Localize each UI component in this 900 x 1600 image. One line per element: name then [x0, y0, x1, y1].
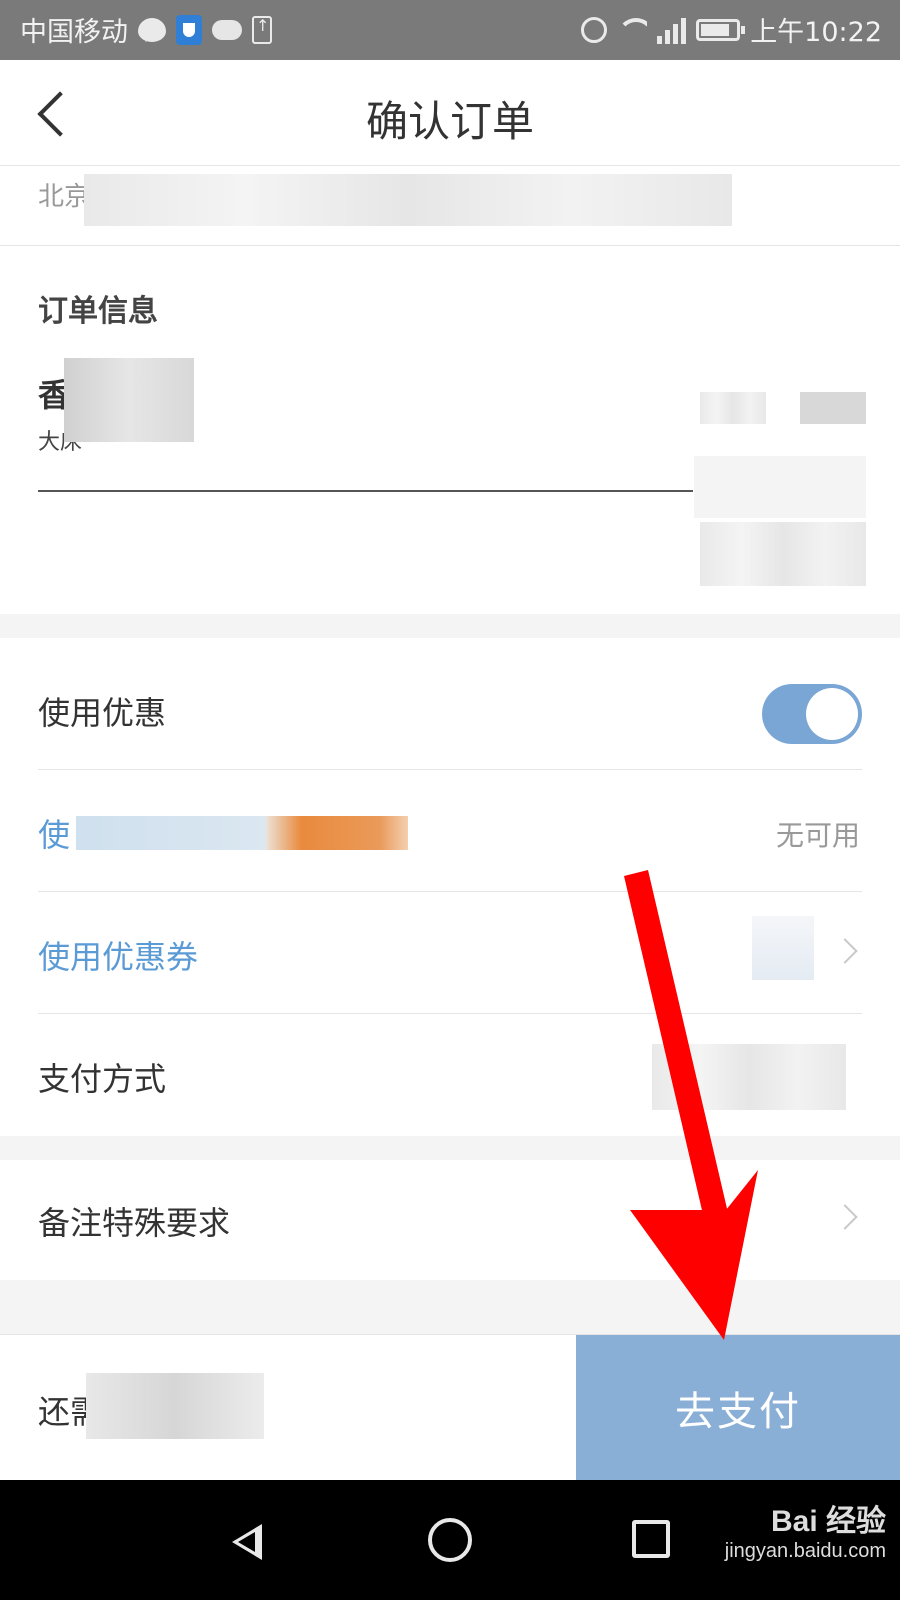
cloud-icon: [212, 19, 242, 40]
use-points-row[interactable]: 使 无可用: [38, 770, 862, 892]
use-coupon-label: 使用优惠券: [38, 938, 199, 976]
nav-home-icon[interactable]: [428, 1518, 472, 1562]
use-discount-row: 使用优惠: [38, 648, 862, 770]
section-gap-2: [0, 1136, 900, 1160]
price-blur-mid: [694, 456, 866, 518]
chevron-right-icon: [832, 938, 858, 964]
clock-time: 上午10:22: [750, 17, 882, 48]
use-coupon-row[interactable]: 使用优惠券: [38, 892, 862, 1014]
section-gap: [0, 614, 900, 638]
nav-recent-icon[interactable]: [632, 1520, 670, 1558]
price-blur-top2: [800, 392, 866, 424]
signal-icon: [657, 16, 687, 44]
carrier-label: 中国移动: [20, 17, 128, 48]
remarks-label: 备注特殊要求: [38, 1204, 231, 1242]
payment-method-row[interactable]: 支付方式: [38, 1014, 862, 1136]
use-discount-label: 使用优惠: [38, 694, 167, 732]
item-name-blur: [64, 358, 194, 442]
status-right: 上午10:22: [581, 10, 882, 49]
price-blur-top: [700, 392, 766, 424]
shield-icon: [176, 14, 202, 45]
points-blur: [76, 816, 266, 850]
use-discount-toggle[interactable]: [762, 684, 862, 744]
toggle-knob: [806, 688, 858, 740]
points-status: 无可用: [775, 819, 860, 852]
battery-icon: [696, 18, 746, 41]
wifi-icon: [617, 17, 648, 42]
upload-icon: [252, 15, 272, 44]
address-text: 北京: [38, 182, 91, 212]
order-heading: 订单信息: [38, 294, 158, 329]
coupon-blur: [752, 916, 814, 980]
alarm-icon: [581, 16, 608, 43]
payment-method-label: 支付方式: [38, 1060, 167, 1098]
address-row[interactable]: 北京: [0, 166, 900, 246]
price-blur-bottom: [700, 522, 866, 586]
points-blur-accent: [266, 816, 408, 850]
section-gap-3: [0, 1280, 900, 1334]
use-points-label: 使: [38, 816, 71, 854]
bottom-bar: 还需 去支付: [0, 1334, 900, 1481]
status-left: 中国移动: [20, 10, 272, 49]
status-bar: 中国移动 上午10:22: [0, 0, 900, 60]
payment-method-blur: [652, 1044, 846, 1110]
page-header: 确认订单: [0, 60, 900, 166]
nav-back-icon[interactable]: [226, 1518, 266, 1562]
amount-blur: [86, 1373, 264, 1439]
chat-icon: [138, 17, 166, 42]
system-nav-bar: Bai 经验 jingyan.baidu.com: [0, 1480, 900, 1600]
chevron-right-icon: [832, 1204, 858, 1230]
baidu-watermark: Bai 经验 jingyan.baidu.com: [725, 1496, 886, 1563]
page-title: 确认订单: [365, 97, 534, 146]
order-info-section: 订单信息 香 大床: [0, 246, 900, 614]
watermark-brand: Bai 经验: [770, 1505, 886, 1538]
remarks-row[interactable]: 备注特殊要求: [38, 1158, 862, 1280]
watermark-url: jingyan.baidu.com: [724, 1540, 886, 1562]
address-blur: [84, 174, 732, 226]
item-divider: [38, 490, 693, 492]
pay-button[interactable]: 去支付: [576, 1335, 900, 1481]
